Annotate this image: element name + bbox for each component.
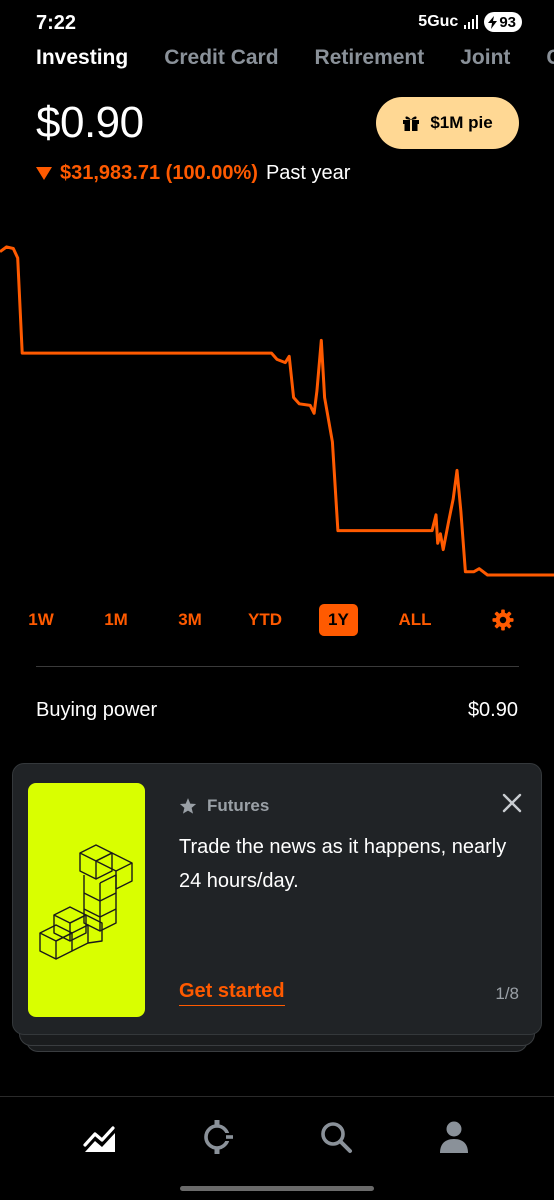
buying-power-label[interactable]: Buying power — [36, 699, 157, 722]
change-period: Past year — [265, 162, 351, 184]
crypto-icon[interactable] — [199, 1119, 235, 1155]
range-all[interactable]: ALL — [394, 604, 436, 636]
tab-credit-card[interactable]: Credit Card — [164, 46, 278, 70]
portfolio-change: $31,983.71 (100.00%) Past year — [36, 162, 350, 185]
battery-indicator: 93 — [484, 12, 522, 32]
card-message: Trade the news as it happens, nearly 24 … — [179, 836, 507, 892]
charging-bolt-icon — [488, 15, 498, 29]
signal-icon — [464, 15, 479, 29]
portfolio-line — [0, 245, 554, 577]
promo-card[interactable]: Futures Trade the news as it happens, ne… — [12, 763, 542, 1035]
blocks-illustration — [39, 844, 133, 960]
gesture-bar — [180, 1186, 374, 1191]
card-tag-label: Futures — [207, 796, 270, 815]
range-1m[interactable]: 1M — [98, 604, 134, 636]
network-label: 5Guc — [418, 13, 459, 30]
gear-icon[interactable] — [492, 609, 514, 631]
bottom-nav — [0, 1096, 554, 1200]
buying-power-value[interactable]: $0.90 — [468, 699, 518, 722]
tab-overflow[interactable]: C — [546, 46, 554, 70]
range-selector: 1W 1M 3M YTD 1Y ALL — [0, 604, 554, 638]
card-tag: Futures — [179, 796, 269, 816]
status-time: 7:22 — [36, 12, 77, 34]
range-ytd[interactable]: YTD — [244, 604, 286, 636]
chart-icon[interactable] — [82, 1119, 118, 1155]
portfolio-balance: $0.90 — [36, 98, 144, 147]
status-bar: 7:22 5Guc 93 — [0, 0, 554, 48]
divider — [36, 666, 519, 667]
card-pager: 1/8 — [495, 984, 519, 1003]
account-icon[interactable] — [436, 1119, 472, 1155]
gift-icon — [403, 116, 420, 131]
range-1y[interactable]: 1Y — [319, 604, 358, 636]
account-tabs: Investing Credit Card Retirement Joint C — [36, 46, 554, 70]
close-icon[interactable] — [501, 792, 523, 814]
search-icon[interactable] — [318, 1119, 354, 1155]
star-icon — [179, 798, 197, 814]
million-pie-label: $1M pie — [430, 113, 493, 132]
get-started-link[interactable]: Get started — [179, 980, 285, 1006]
million-pie-button[interactable]: $1M pie — [376, 97, 519, 149]
futures-illustration — [28, 783, 145, 1017]
range-3m[interactable]: 3M — [172, 604, 208, 636]
battery-level: 93 — [499, 13, 516, 31]
down-arrow-icon — [36, 167, 52, 180]
change-value: $31,983.71 (100.00%) — [60, 162, 258, 184]
status-indicators: 5Guc 93 — [418, 12, 522, 32]
tab-retirement[interactable]: Retirement — [315, 46, 425, 70]
tab-investing[interactable]: Investing — [36, 46, 128, 70]
range-1w[interactable]: 1W — [24, 604, 58, 636]
tab-joint[interactable]: Joint — [460, 46, 510, 70]
portfolio-chart[interactable] — [0, 240, 554, 590]
